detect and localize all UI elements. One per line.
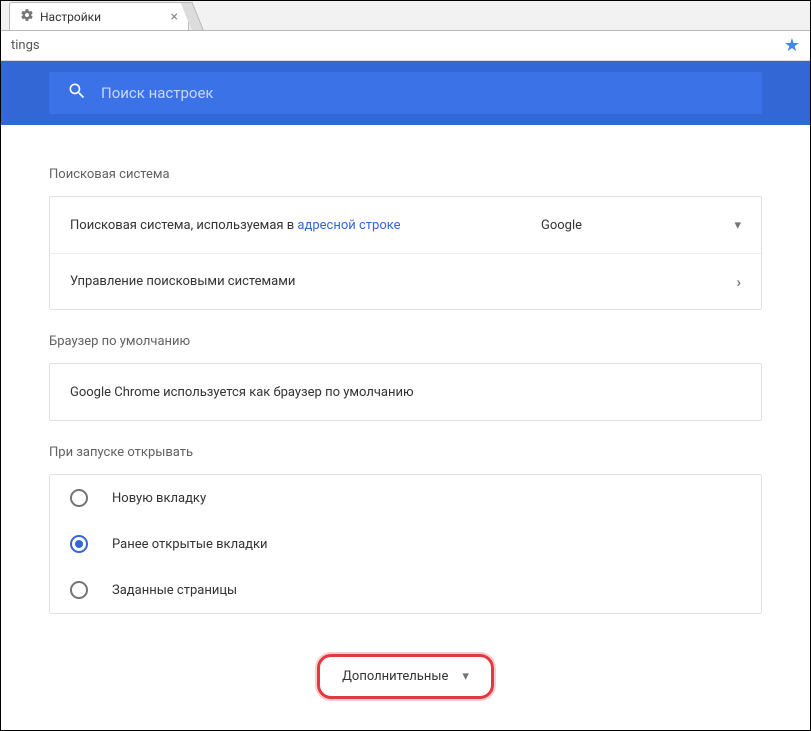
gear-icon xyxy=(20,8,34,25)
row-text-prefix: Поисковая система, используемая в xyxy=(70,218,297,233)
address-bar[interactable]: tings ★ xyxy=(1,31,810,61)
tab-settings[interactable]: Настройки × xyxy=(9,2,189,30)
bookmark-star-icon[interactable]: ★ xyxy=(784,35,800,56)
section-title: Поисковая система xyxy=(49,167,762,182)
search-engine-select[interactable]: Google ▾ xyxy=(541,218,741,233)
settings-page: Поисковая система Поисковая система, исп… xyxy=(1,61,810,729)
close-icon[interactable]: × xyxy=(171,9,178,25)
section-search-engine: Поисковая система Поисковая система, исп… xyxy=(49,167,762,310)
row-label: Управление поисковыми системами xyxy=(70,274,736,289)
radio-icon[interactable] xyxy=(70,581,88,599)
section-default-browser: Браузер по умолчанию Google Chrome испол… xyxy=(49,334,762,421)
section-on-startup: При запуске открывать Новую вкладку Ране… xyxy=(49,445,762,614)
radio-option-new-tab[interactable]: Новую вкладку xyxy=(50,475,761,521)
row-default-browser-status: Google Chrome используется как браузер п… xyxy=(50,364,761,420)
radio-label: Заданные страницы xyxy=(112,583,237,598)
radio-icon[interactable] xyxy=(70,535,88,553)
section-title: Браузер по умолчанию xyxy=(49,334,762,349)
chevron-right-icon: › xyxy=(736,273,741,291)
address-text: tings xyxy=(11,38,784,53)
row-manage-search-engines[interactable]: Управление поисковыми системами › xyxy=(50,253,761,309)
radio-icon[interactable] xyxy=(70,489,88,507)
search-box[interactable] xyxy=(49,72,762,114)
row-text-link: адресной строке xyxy=(297,218,400,233)
search-icon xyxy=(67,81,87,105)
radio-option-continue[interactable]: Ранее открытые вкладки xyxy=(50,521,761,567)
advanced-label: Дополнительные xyxy=(342,669,448,684)
search-band xyxy=(1,61,810,125)
status-text: Google Chrome используется как браузер п… xyxy=(70,385,414,400)
search-input[interactable] xyxy=(101,84,744,102)
section-title: При запуске открывать xyxy=(49,445,762,460)
row-default-search-engine[interactable]: Поисковая система, используемая в адресн… xyxy=(50,197,761,253)
radio-option-specific-pages[interactable]: Заданные страницы xyxy=(50,567,761,613)
tab-strip: Настройки × xyxy=(1,1,810,31)
radio-label: Новую вкладку xyxy=(112,491,206,506)
select-value: Google xyxy=(541,218,694,233)
chevron-down-icon: ▾ xyxy=(462,669,469,684)
chevron-down-icon: ▾ xyxy=(734,218,741,233)
radio-label: Ранее открытые вкладки xyxy=(112,537,268,552)
advanced-button[interactable]: Дополнительные ▾ xyxy=(317,654,494,699)
tab-title: Настройки xyxy=(40,10,101,24)
